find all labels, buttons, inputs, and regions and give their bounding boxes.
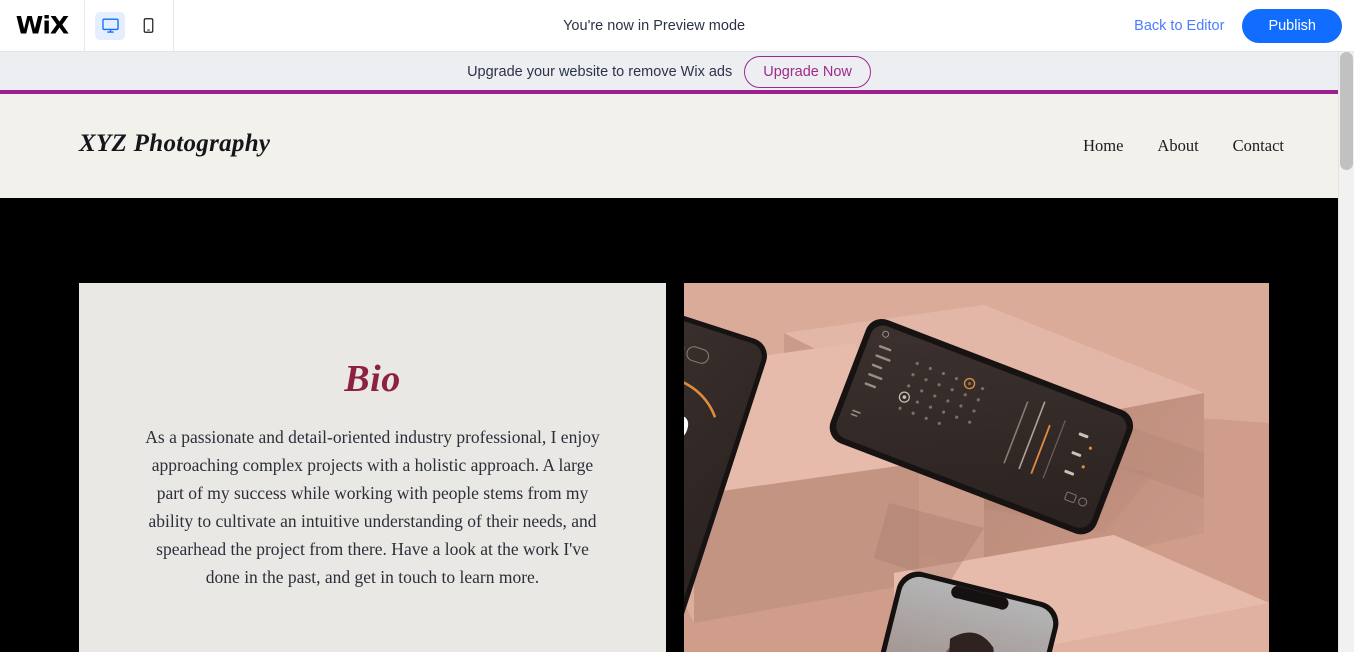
site-header: XYZ Photography Home About Contact bbox=[0, 94, 1338, 198]
wix-logo: WiX bbox=[15, 11, 69, 40]
wix-ads-banner: Upgrade your website to remove Wix ads U… bbox=[0, 52, 1338, 91]
bio-heading: Bio bbox=[344, 358, 401, 400]
ads-banner-message: Upgrade your website to remove Wix ads bbox=[467, 63, 733, 80]
banner-accent-rule bbox=[0, 90, 1338, 94]
nav-item-about[interactable]: About bbox=[1157, 136, 1198, 156]
publish-button[interactable]: Publish bbox=[1242, 8, 1342, 43]
wix-logo-container[interactable]: WiX bbox=[0, 0, 85, 52]
page-scrollbar-thumb[interactable] bbox=[1340, 52, 1353, 170]
topbar-actions: Back to Editor Publish bbox=[1134, 8, 1354, 43]
bio-section: Bio As a passionate and detail-oriented … bbox=[79, 283, 666, 652]
desktop-view-button[interactable] bbox=[95, 11, 125, 40]
upgrade-now-button[interactable]: Upgrade Now bbox=[744, 55, 871, 88]
site-preview-canvas: XYZ Photography Home About Contact Bio A… bbox=[0, 94, 1338, 652]
phones-on-blocks-illustration: 4600 of 5000 calories 700 Burnt 3800 Res… bbox=[684, 283, 1269, 652]
site-body: Bio As a passionate and detail-oriented … bbox=[0, 198, 1338, 652]
desktop-monitor-icon bbox=[101, 18, 119, 33]
bio-paragraph: As a passionate and detail-oriented indu… bbox=[145, 427, 600, 587]
site-title: XYZ Photography bbox=[79, 130, 271, 157]
site-navigation: Home About Contact bbox=[1083, 136, 1284, 156]
nav-item-home[interactable]: Home bbox=[1083, 136, 1123, 156]
back-to-editor-link[interactable]: Back to Editor bbox=[1134, 18, 1224, 34]
preview-mode-message: You're now in Preview mode bbox=[563, 17, 746, 34]
page-scrollbar-track[interactable] bbox=[1338, 52, 1354, 652]
viewmode-switcher bbox=[85, 0, 174, 52]
bio-photo: 4600 of 5000 calories 700 Burnt 3800 Res… bbox=[684, 283, 1269, 652]
mobile-view-button[interactable] bbox=[133, 12, 163, 40]
mobile-phone-icon bbox=[143, 18, 153, 33]
nav-item-contact[interactable]: Contact bbox=[1233, 136, 1284, 156]
wix-editor-topbar: WiX You're now in Preview mode Back to E… bbox=[0, 0, 1354, 52]
